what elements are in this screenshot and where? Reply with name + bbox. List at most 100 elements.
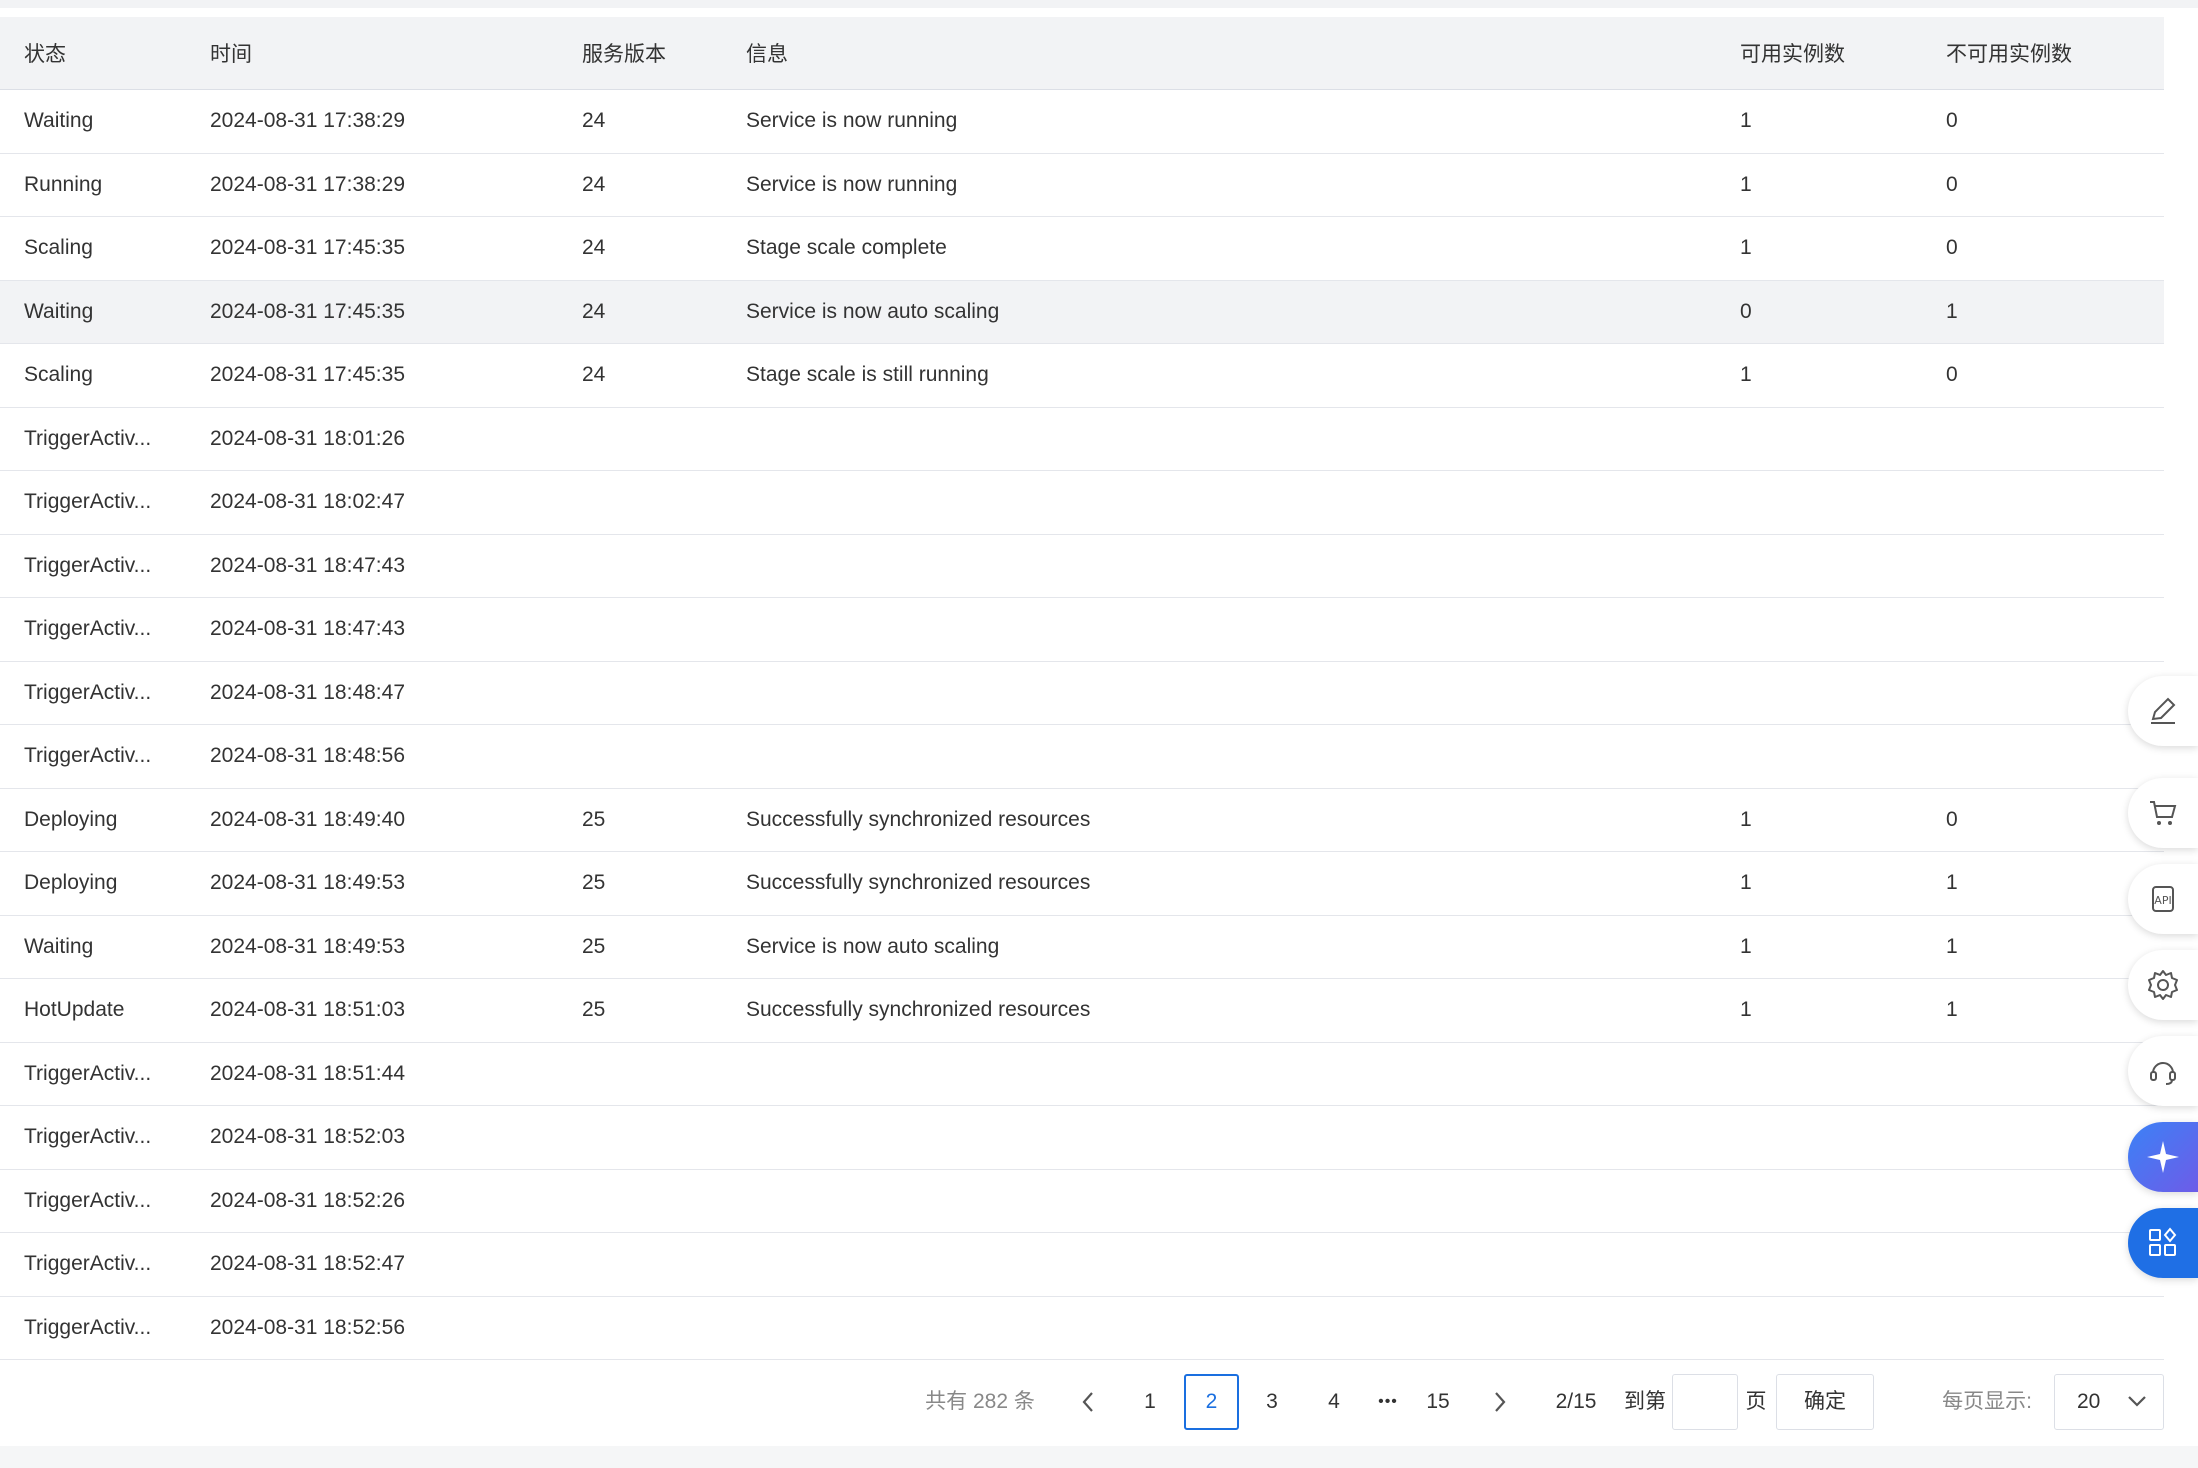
table-row[interactable]: Scaling 2024-08-31 17:45:35 24 Stage sca… [0,343,2164,408]
top-strip [0,0,2198,8]
table-row[interactable]: TriggerActiv... 2024-08-31 18:47:43 [0,534,2164,598]
table-row[interactable]: TriggerActiv... 2024-08-31 18:52:26 [0,1169,2164,1233]
page-ellipsis[interactable]: ••• [1368,1374,1408,1430]
cell-message: Stage scale complete [746,216,1740,281]
cell-message [746,407,1740,471]
goto-page-input[interactable] [1672,1374,1738,1430]
cell-available [1740,661,1946,725]
cell-available: 1 [1740,89,1946,154]
table-row[interactable]: HotUpdate 2024-08-31 18:51:03 25 Success… [0,978,2164,1043]
pagination: 共有 282 条 1 2 3 4 ••• 15 2/15 到第 页 确定 每页显… [0,1374,2198,1430]
next-page-button[interactable] [1480,1374,1520,1430]
cell-status: Deploying [0,851,210,916]
cell-time: 2024-08-31 18:51:44 [210,1042,582,1106]
cell-version: 24 [582,89,746,154]
float-ai-assistant-button[interactable] [2128,1122,2198,1192]
float-apps-button[interactable] [2128,1208,2198,1278]
table-row[interactable]: TriggerActiv... 2024-08-31 18:52:03 [0,1105,2164,1170]
page-button-4[interactable]: 4 [1314,1374,1354,1430]
cell-time: 2024-08-31 18:47:43 [210,534,582,598]
float-edit-button[interactable] [2128,676,2198,746]
cell-available: 1 [1740,915,1946,979]
cell-available: 1 [1740,978,1946,1043]
float-api-button[interactable]: API [2128,864,2198,934]
cell-version: 25 [582,851,746,916]
cell-time: 2024-08-31 18:52:03 [210,1105,582,1170]
page-button-3[interactable]: 3 [1252,1374,1292,1430]
cell-time: 2024-08-31 18:48:56 [210,724,582,789]
events-table: 状态 时间 服务版本 信息 可用实例数 不可用实例数 Waiting 2024-… [0,17,2164,1360]
edit-icon [2151,697,2176,724]
cell-status: Deploying [0,788,210,852]
cell-time: 2024-08-31 18:49:53 [210,851,582,916]
table-row[interactable]: Deploying 2024-08-31 18:49:53 25 Success… [0,851,2164,916]
cell-available [1740,534,1946,598]
cell-time: 2024-08-31 17:45:35 [210,343,582,408]
table-row[interactable]: TriggerActiv... 2024-08-31 18:48:56 [0,724,2164,789]
cell-available [1740,1232,1946,1297]
gear-icon [2148,970,2178,1000]
table-row[interactable]: Running 2024-08-31 17:38:29 24 Service i… [0,153,2164,217]
per-page-label: 每页显示: [1942,1390,2032,1413]
cell-status: TriggerActiv... [0,470,210,535]
page-button-15[interactable]: 15 [1418,1374,1458,1430]
table-row[interactable]: Waiting 2024-08-31 17:38:29 24 Service i… [0,89,2164,154]
cell-unavailable [1946,724,2164,789]
cell-message [746,661,1740,725]
cell-unavailable: 1 [1946,280,2164,344]
header-message: 信息 [746,17,1740,90]
chevron-down-icon [2128,1396,2146,1407]
chevron-left-icon [1082,1392,1093,1413]
cell-message: Successfully synchronized resources [746,851,1740,916]
cell-version: 24 [582,280,746,344]
float-support-button[interactable] [2128,1036,2198,1106]
cell-version: 24 [582,343,746,408]
api-icon: API [2152,886,2174,912]
cell-time: 2024-08-31 18:52:47 [210,1232,582,1297]
per-page-select[interactable]: 20 [2054,1374,2164,1430]
page-button-2-current[interactable]: 2 [1184,1374,1239,1430]
float-settings-button[interactable] [2128,950,2198,1020]
per-page-value: 20 [2077,1390,2101,1413]
cell-message: Successfully synchronized resources [746,978,1740,1043]
page-button-1[interactable]: 1 [1130,1374,1170,1430]
svg-text:API: API [2154,894,2171,907]
float-cart-button[interactable] [2128,778,2198,848]
cell-message [746,470,1740,535]
cell-available: 1 [1740,216,1946,281]
cell-available [1740,1042,1946,1106]
ai-assistant-icon [2147,1141,2179,1173]
table-row[interactable]: TriggerActiv... 2024-08-31 18:51:44 [0,1042,2164,1106]
cell-unavailable: 0 [1946,153,2164,217]
table-row[interactable]: Waiting 2024-08-31 18:49:53 25 Service i… [0,915,2164,979]
table-row[interactable]: TriggerActiv... 2024-08-31 18:48:47 [0,661,2164,725]
table-row[interactable]: TriggerActiv... 2024-08-31 18:52:47 [0,1232,2164,1297]
prev-page-button[interactable] [1068,1374,1108,1430]
table-row[interactable]: TriggerActiv... 2024-08-31 18:52:56 [0,1296,2164,1360]
cell-status: TriggerActiv... [0,724,210,789]
cell-version [582,1042,746,1106]
table-row[interactable]: TriggerActiv... 2024-08-31 18:47:43 [0,597,2164,662]
cell-unavailable [1946,1169,2164,1233]
headset-icon [2150,1062,2176,1085]
cell-available: 0 [1740,280,1946,344]
cell-status: TriggerActiv... [0,597,210,662]
table-row[interactable]: Scaling 2024-08-31 17:45:35 24 Stage sca… [0,216,2164,281]
cell-message [746,1169,1740,1233]
header-version: 服务版本 [582,17,746,90]
table-row[interactable]: TriggerActiv... 2024-08-31 18:01:26 [0,407,2164,471]
table-row[interactable]: Deploying 2024-08-31 18:49:40 25 Success… [0,788,2164,852]
cell-unavailable [1946,407,2164,471]
cart-icon [2150,801,2177,825]
cell-time: 2024-08-31 18:51:03 [210,978,582,1043]
cell-status: Waiting [0,89,210,154]
cell-time: 2024-08-31 18:52:56 [210,1296,582,1360]
table-row-hovered[interactable]: Waiting 2024-08-31 17:45:35 24 Service i… [0,280,2164,344]
cell-available: 1 [1740,343,1946,408]
cell-time: 2024-08-31 18:49:40 [210,788,582,852]
table-row[interactable]: TriggerActiv... 2024-08-31 18:02:47 [0,470,2164,535]
goto-confirm-button[interactable]: 确定 [1776,1374,1874,1430]
cell-time: 2024-08-31 18:47:43 [210,597,582,662]
header-time: 时间 [210,17,582,90]
goto-label: 到第 [1624,1390,1666,1413]
